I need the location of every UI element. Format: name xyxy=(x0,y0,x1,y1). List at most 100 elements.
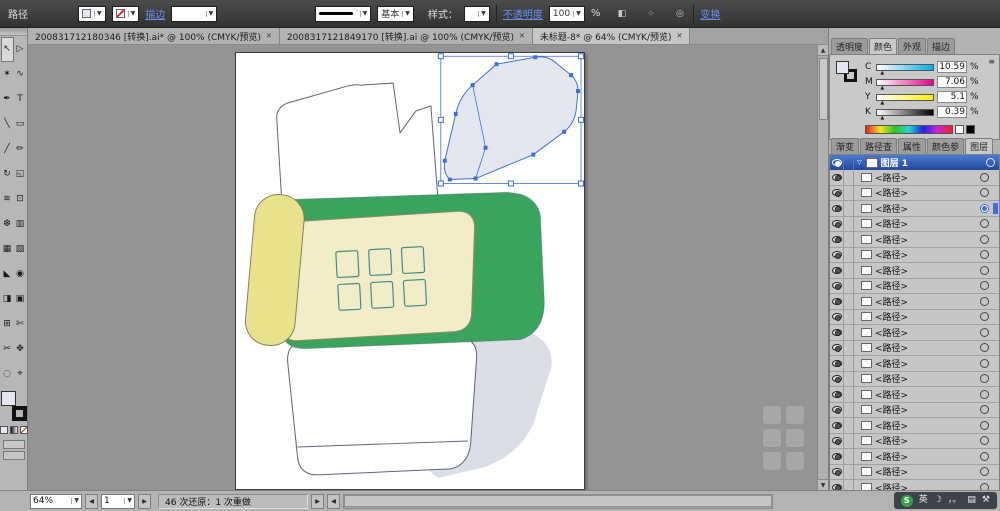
scroll-up-icon[interactable]: ▲ xyxy=(817,45,828,56)
tab-color-guide[interactable]: 颜色参 xyxy=(927,138,965,154)
lock-cell[interactable] xyxy=(844,278,854,293)
color-mode-button[interactable] xyxy=(0,426,8,434)
lasso-tool[interactable]: ∿ xyxy=(14,62,27,87)
ime-keyboard-icon[interactable]: ▤ xyxy=(967,496,976,505)
lock-cell[interactable] xyxy=(844,170,854,185)
target-circle-icon[interactable] xyxy=(980,219,989,229)
panel-menu-icon[interactable]: ≡ xyxy=(988,57,995,66)
visibility-eye-icon[interactable] xyxy=(831,159,842,167)
artboard-tool[interactable]: ⌖ xyxy=(14,362,27,387)
zoom-dropdown[interactable]: 64% ▼ xyxy=(30,493,82,509)
transform-link[interactable]: 变换 xyxy=(700,6,720,21)
visibility-cell[interactable] xyxy=(830,387,844,402)
lock-cell[interactable] xyxy=(844,155,854,170)
horizontal-scrollbar[interactable] xyxy=(343,493,773,509)
visibility-eye-icon[interactable] xyxy=(831,266,842,275)
visibility-eye-icon[interactable] xyxy=(831,328,842,337)
scrollbar-thumb[interactable] xyxy=(344,495,772,507)
eyedropper-tool[interactable]: ◣ xyxy=(1,262,14,287)
tab-pathfinder[interactable]: 路径查 xyxy=(860,138,898,154)
tab-layers[interactable]: 图层 xyxy=(965,138,994,154)
layer-row[interactable]: <路径> xyxy=(830,449,999,465)
slider-marker-icon[interactable]: ▲ xyxy=(880,70,884,76)
ime-punctuation-toggle[interactable]: ，。 xyxy=(948,496,962,505)
visibility-cell[interactable] xyxy=(830,464,844,479)
visibility-cell[interactable] xyxy=(830,232,844,247)
visibility-eye-icon[interactable] xyxy=(831,375,842,383)
graph-tool[interactable]: ▥ xyxy=(14,212,27,237)
lock-cell[interactable] xyxy=(844,325,854,340)
pencil-tool[interactable]: ✏ xyxy=(14,137,27,162)
fill-swatch[interactable] xyxy=(836,61,849,74)
visibility-cell[interactable] xyxy=(830,278,844,293)
brush-definition-dropdown[interactable]: 基本 ▼ xyxy=(377,5,414,22)
lock-cell[interactable] xyxy=(844,201,854,216)
layer-row[interactable]: <路径> xyxy=(830,294,999,310)
visibility-eye-icon[interactable] xyxy=(831,282,842,290)
opacity-input[interactable]: 100 ▼ xyxy=(548,5,585,22)
visibility-eye-icon[interactable] xyxy=(831,189,842,197)
document-tab[interactable]: 2008317121849170 [转换].ai @ 100% (CMYK/预览… xyxy=(279,28,533,44)
live-paint-selection-tool[interactable]: ▣ xyxy=(14,287,27,312)
lock-cell[interactable] xyxy=(844,449,854,464)
target-circle-icon[interactable] xyxy=(980,265,989,275)
next-page-icon[interactable]: ▶ xyxy=(138,493,151,509)
scissors-tool[interactable]: ✂ xyxy=(1,337,14,362)
layer-row[interactable]: <路径> xyxy=(830,402,999,418)
layer-row[interactable]: <路径> xyxy=(830,263,999,279)
visibility-cell[interactable] xyxy=(830,433,844,448)
scrollbar-thumb[interactable] xyxy=(818,58,828,120)
visibility-cell[interactable] xyxy=(830,325,844,340)
target-circle-icon[interactable] xyxy=(980,234,989,244)
tab-transparency[interactable]: 透明度 xyxy=(831,38,869,54)
screen-mode-full-button[interactable] xyxy=(2,451,25,460)
visibility-eye-icon[interactable] xyxy=(831,452,842,461)
visibility-cell[interactable] xyxy=(830,247,844,262)
visibility-eye-icon[interactable] xyxy=(831,297,842,306)
visibility-eye-icon[interactable] xyxy=(831,390,842,399)
direct-selection-tool[interactable]: ▷ xyxy=(14,37,27,62)
visibility-eye-icon[interactable] xyxy=(831,220,842,228)
visibility-cell[interactable] xyxy=(830,216,844,231)
layer-row[interactable]: <路径> xyxy=(830,232,999,248)
visibility-eye-icon[interactable] xyxy=(831,421,842,430)
pen-tool[interactable]: ✒ xyxy=(1,87,14,112)
layer-row[interactable]: <路径> xyxy=(830,356,999,372)
layer-header-row[interactable]: ▽ 图层 1 xyxy=(830,155,999,170)
line-segment-tool[interactable]: ╲ xyxy=(1,112,14,137)
close-icon[interactable]: ✕ xyxy=(677,32,683,40)
channel-value-input[interactable]: 7.06 xyxy=(937,76,967,88)
stroke-weight-dropdown[interactable]: ▼ xyxy=(171,5,218,22)
ime-toolbox-icon[interactable]: ⚒ xyxy=(982,496,990,505)
visibility-eye-icon[interactable] xyxy=(831,437,842,445)
crop-area-tool[interactable]: ⊞ xyxy=(1,312,14,337)
visibility-cell[interactable] xyxy=(830,170,844,185)
document-tab[interactable]: 200831712180346 [转换].ai* @ 100% (CMYK/预览… xyxy=(28,28,280,44)
lock-cell[interactable] xyxy=(844,433,854,448)
align-dots-icon[interactable]: ⁘ xyxy=(643,6,658,21)
lock-cell[interactable] xyxy=(844,232,854,247)
lock-cell[interactable] xyxy=(844,371,854,386)
layer-row[interactable]: <路径> xyxy=(830,371,999,387)
visibility-cell[interactable] xyxy=(830,402,844,417)
lock-cell[interactable] xyxy=(844,418,854,433)
visibility-cell[interactable] xyxy=(830,418,844,433)
scroll-left-icon[interactable]: ◀ xyxy=(327,493,340,509)
target-circle-icon[interactable] xyxy=(980,467,989,477)
visibility-eye-icon[interactable] xyxy=(831,235,842,244)
lock-cell[interactable] xyxy=(844,340,854,355)
channel-slider[interactable]: ▲ xyxy=(876,78,934,90)
artwork[interactable] xyxy=(236,53,584,489)
stroke-swatch[interactable] xyxy=(11,406,27,421)
layer-row[interactable]: <路径> xyxy=(830,309,999,325)
selection-tool[interactable]: ↖ xyxy=(0,37,14,62)
output-tray-shape[interactable] xyxy=(287,337,478,476)
tab-attributes[interactable]: 属性 xyxy=(898,138,927,154)
target-circle-icon[interactable] xyxy=(980,374,989,384)
layer-row[interactable]: <路径> xyxy=(830,464,999,480)
lock-cell[interactable] xyxy=(844,216,854,231)
channel-slider[interactable]: ▲ xyxy=(876,108,934,120)
lock-cell[interactable] xyxy=(844,309,854,324)
target-circle-icon[interactable] xyxy=(980,172,989,182)
lock-cell[interactable] xyxy=(844,387,854,402)
